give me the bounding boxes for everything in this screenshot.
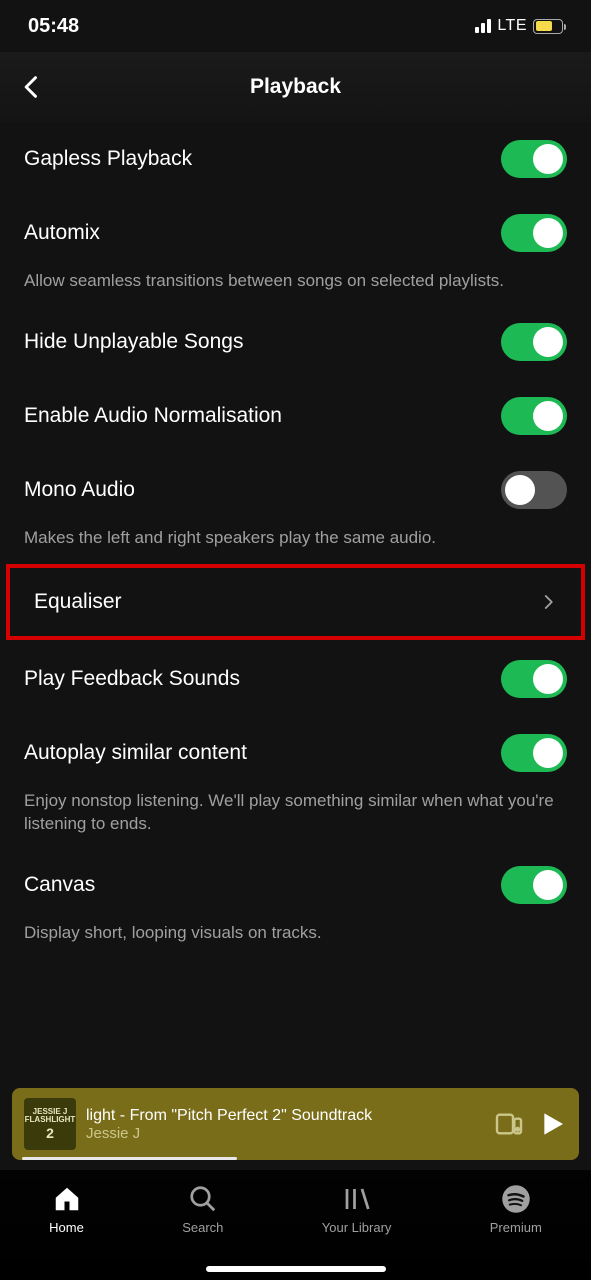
- setting-label: Automix: [24, 221, 100, 245]
- setting-autoplay: Autoplay similar content: [0, 716, 591, 790]
- setting-label: Enable Audio Normalisation: [24, 404, 282, 428]
- nav-label: Search: [182, 1220, 223, 1235]
- home-indicator[interactable]: [206, 1266, 386, 1272]
- toggle-normalisation[interactable]: [501, 397, 567, 435]
- setting-feedback-sounds: Play Feedback Sounds: [0, 642, 591, 716]
- track-title: light - From "Pitch Perfect 2" Soundtrac…: [86, 1107, 483, 1125]
- toggle-mono[interactable]: [501, 471, 567, 509]
- toggle-autoplay[interactable]: [501, 734, 567, 772]
- page-title: Playback: [250, 75, 341, 99]
- album-art: JESSIE J FLASHLIGHT 2: [24, 1098, 76, 1150]
- automix-description: Allow seamless transitions between songs…: [0, 270, 591, 305]
- setting-mono: Mono Audio: [0, 453, 591, 527]
- nav-label: Home: [49, 1220, 84, 1235]
- setting-canvas: Canvas: [0, 848, 591, 922]
- toggle-gapless[interactable]: [501, 140, 567, 178]
- nav-label: Premium: [490, 1220, 542, 1235]
- play-icon[interactable]: [535, 1108, 567, 1140]
- now-playing-bar[interactable]: JESSIE J FLASHLIGHT 2 light - From "Pitc…: [12, 1088, 579, 1160]
- spotify-icon: [501, 1184, 531, 1214]
- setting-label: Gapless Playback: [24, 147, 192, 171]
- network-label: LTE: [497, 17, 527, 35]
- setting-label: Autoplay similar content: [24, 741, 247, 765]
- page-header: Playback: [0, 52, 591, 122]
- mono-description: Makes the left and right speakers play t…: [0, 527, 591, 562]
- equaliser-highlight: Equaliser: [6, 564, 585, 640]
- devices-icon[interactable]: [493, 1108, 525, 1140]
- canvas-description: Display short, looping visuals on tracks…: [0, 922, 591, 957]
- status-bar: 05:48 LTE: [0, 0, 591, 52]
- search-icon: [188, 1184, 218, 1214]
- album-text: FLASHLIGHT: [25, 1116, 76, 1124]
- toggle-canvas[interactable]: [501, 866, 567, 904]
- setting-automix: Automix: [0, 196, 591, 270]
- setting-label: Mono Audio: [24, 478, 135, 502]
- track-artist: Jessie J: [86, 1125, 483, 1142]
- autoplay-description: Enjoy nonstop listening. We'll play some…: [0, 790, 591, 848]
- toggle-hide-unplayable[interactable]: [501, 323, 567, 361]
- toggle-automix[interactable]: [501, 214, 567, 252]
- chevron-right-icon: [539, 593, 557, 611]
- nav-premium[interactable]: Premium: [490, 1184, 542, 1280]
- setting-label: Equaliser: [34, 590, 122, 614]
- status-right: LTE: [475, 17, 563, 35]
- setting-equaliser[interactable]: Equaliser: [10, 568, 581, 636]
- nav-home[interactable]: Home: [49, 1184, 84, 1280]
- setting-gapless: Gapless Playback: [0, 122, 591, 196]
- nav-label: Your Library: [322, 1220, 392, 1235]
- status-time: 05:48: [28, 15, 79, 38]
- setting-normalisation: Enable Audio Normalisation: [0, 379, 591, 453]
- battery-icon: [533, 19, 563, 34]
- setting-label: Play Feedback Sounds: [24, 667, 240, 691]
- progress-bar: [22, 1157, 237, 1160]
- track-info: light - From "Pitch Perfect 2" Soundtrac…: [86, 1107, 483, 1142]
- settings-list: Gapless Playback Automix Allow seamless …: [0, 122, 591, 957]
- setting-label: Canvas: [24, 873, 95, 897]
- library-icon: [342, 1184, 372, 1214]
- setting-label: Hide Unplayable Songs: [24, 330, 243, 354]
- toggle-feedback-sounds[interactable]: [501, 660, 567, 698]
- home-icon: [52, 1184, 82, 1214]
- setting-hide-unplayable: Hide Unplayable Songs: [0, 305, 591, 379]
- bottom-nav: Home Search Your Library Premium: [0, 1170, 591, 1280]
- signal-icon: [475, 19, 491, 33]
- back-icon[interactable]: [18, 73, 46, 101]
- album-text: 2: [46, 1126, 54, 1140]
